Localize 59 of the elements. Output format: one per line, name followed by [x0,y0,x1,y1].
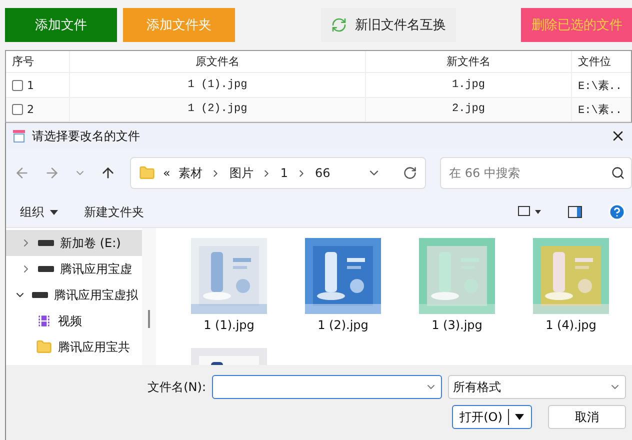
table-cell: E:\素.. [572,98,631,121]
table-cell: 2.jpg [366,98,572,121]
caret-icon [515,414,524,420]
column-header: 文件位 [572,51,631,72]
drive-icon [32,292,48,298]
table-cell: 1 [27,78,34,92]
refresh-icon[interactable] [403,166,417,180]
forward-icon[interactable] [44,165,60,181]
swap-button[interactable]: 新旧文件名互换 [321,8,456,42]
search-field[interactable]: 在 66 中搜索 [440,157,632,189]
search-icon [611,166,625,180]
open-button[interactable]: 打开(O) [452,405,532,429]
file-item[interactable]: 1 (1).jpg [172,238,286,348]
breadcrumb[interactable]: 66 [314,166,330,180]
column-header: 序号 [6,51,70,72]
file-item[interactable]: 1 (2).jpg [286,238,400,348]
cancel-button[interactable]: 取消 [548,405,626,429]
breadcrumb[interactable]: 1 [280,166,288,180]
address-bar[interactable]: « 素材 图片 1 66 [130,157,426,189]
dialog-title: 请选择要改名的文件 [32,128,141,144]
help-icon[interactable] [608,203,626,221]
back-icon[interactable] [14,165,30,181]
sidebar-item[interactable]: 新加卷 (E:) [6,230,142,256]
sidebar-item[interactable]: 腾讯应用宝虚 [6,256,142,282]
breadcrumb-overflow[interactable]: « [163,166,170,180]
view-icon[interactable] [518,206,542,218]
folder-icon [139,165,155,181]
filename-label: 文件名(N): [148,378,206,396]
folder-icon [36,339,52,355]
new-folder-button[interactable]: 新建文件夹 [84,204,144,220]
breadcrumb[interactable]: 素材 [178,164,202,182]
sidebar-item[interactable]: 腾讯应用宝虚拟 [6,282,142,308]
pane-icon[interactable] [568,206,582,218]
video-icon [36,313,52,329]
table-cell: E:\素.. [572,73,631,97]
drive-icon [38,266,54,272]
table-cell: 1 (2).jpg [70,98,366,121]
swap-icon [331,17,347,33]
breadcrumb[interactable]: 图片 [229,164,254,182]
caret-icon [50,210,58,214]
filetype-select[interactable]: 所有格式 [448,375,626,399]
table-cell: 1.jpg [366,73,572,97]
file-item[interactable]: 1 (4).jpg [514,238,628,348]
row-checkbox[interactable] [12,80,23,91]
table-cell: 1 (1).jpg [70,73,366,97]
organize-menu[interactable]: 组织 [20,204,58,220]
sidebar-item[interactable]: 视频 [6,308,142,334]
file-item[interactable]: 1 (3).jpg [400,238,514,348]
row-checkbox[interactable] [12,104,23,115]
column-header: 新文件名 [366,51,572,72]
toolbar-button[interactable]: 添加文件 [5,8,117,42]
drive-icon [38,240,54,246]
table-cell: 2 [27,102,34,116]
app-icon [12,129,26,143]
up-icon[interactable] [100,165,116,181]
sidebar-item[interactable]: 腾讯应用宝共 [6,334,142,360]
filename-field[interactable] [212,375,442,399]
column-header: 原文件名 [70,51,366,72]
scrollbar-thumb[interactable] [148,310,150,328]
